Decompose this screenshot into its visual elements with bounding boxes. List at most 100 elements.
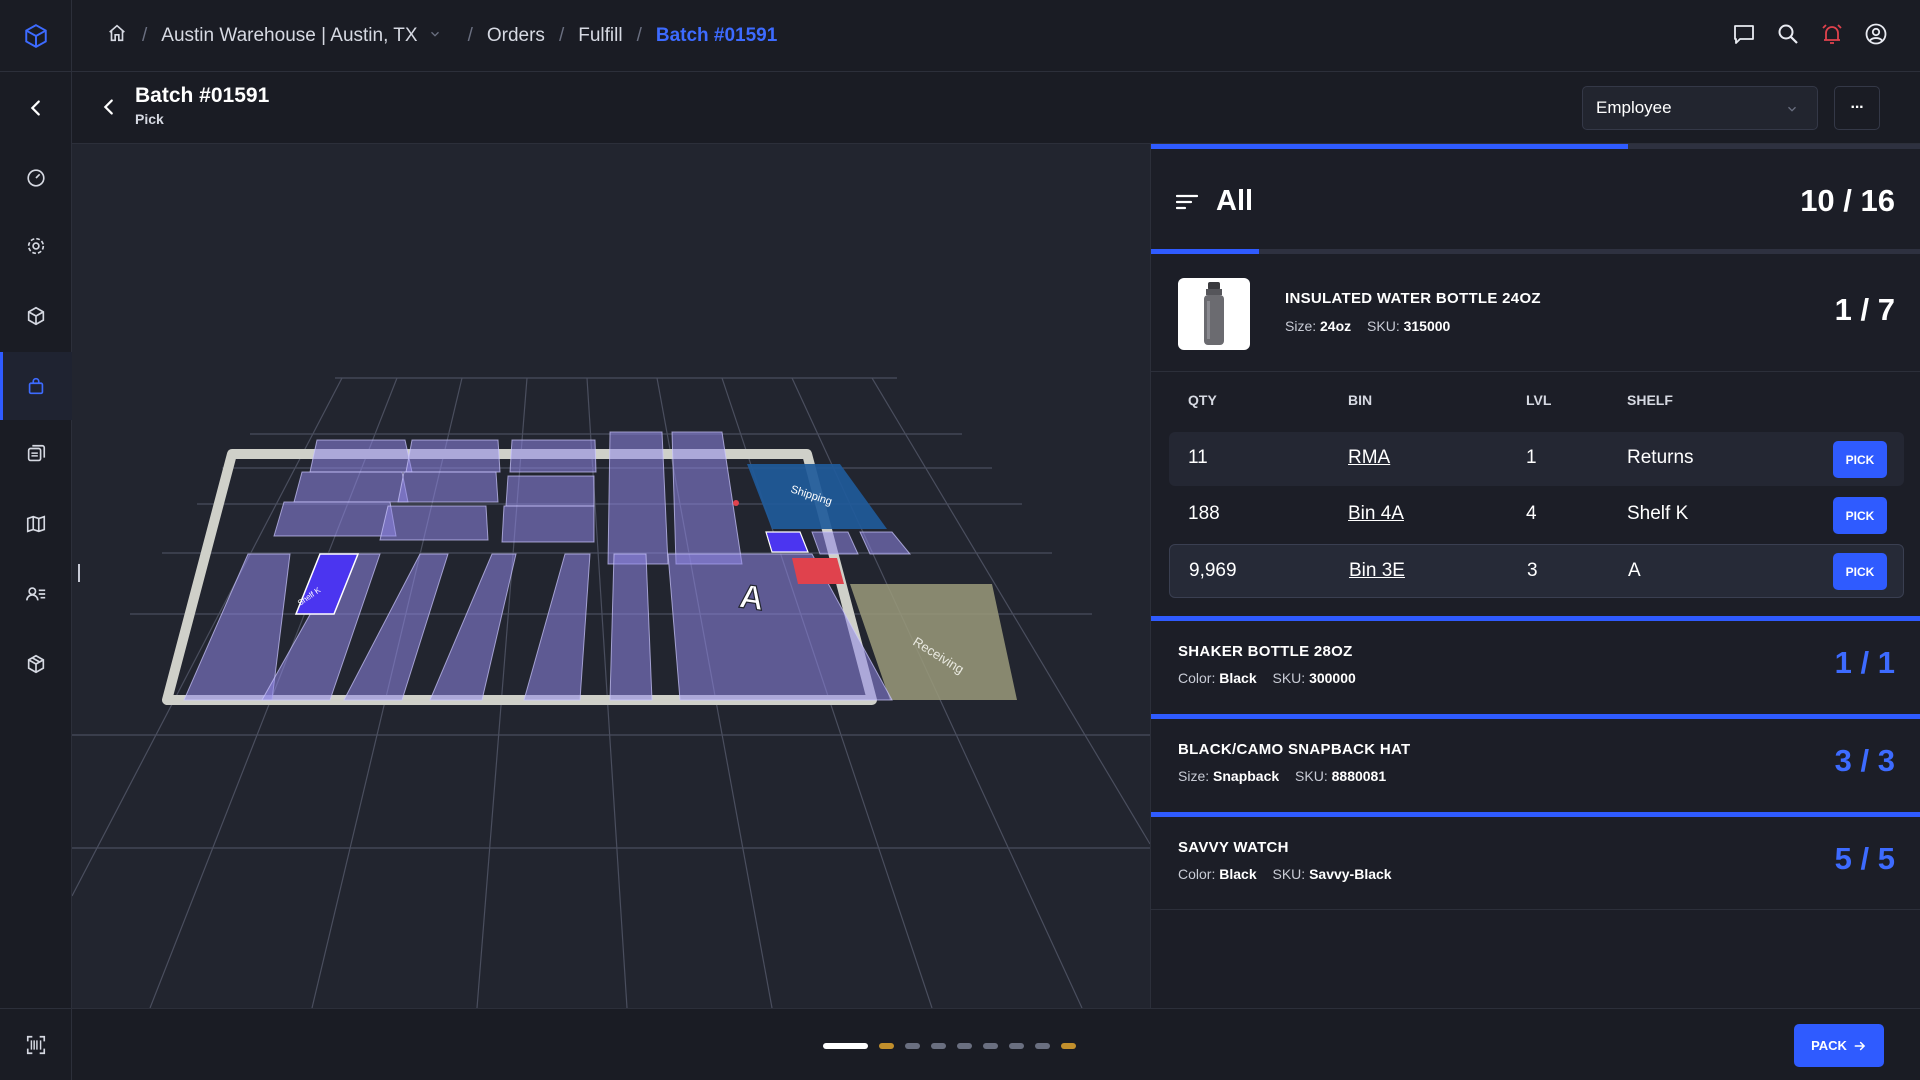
- box-icon[interactable]: [0, 282, 72, 350]
- page-subtitle: Pick: [135, 111, 164, 127]
- breadcrumb-warehouse[interactable]: Austin Warehouse | Austin, TX: [161, 25, 417, 47]
- item-meta: Size: 24oz SKU: 315000: [1285, 318, 1450, 334]
- meta-key: SKU:: [1272, 670, 1306, 686]
- package-icon[interactable]: [0, 630, 72, 698]
- completed-item-count: 5 / 5: [1834, 841, 1895, 876]
- filter-row: All 10 / 16: [1151, 149, 1920, 249]
- back-arrow-icon[interactable]: [98, 96, 120, 123]
- pager-dot[interactable]: [905, 1043, 920, 1049]
- item-name: INSULATED WATER BOTTLE 24OZ: [1285, 290, 1541, 307]
- item-size: 24oz: [1320, 318, 1352, 334]
- completed-item[interactable]: SHAKER BOTTLE 28OZ Color: Black SKU: 300…: [1151, 616, 1920, 714]
- meta-key: Size:: [1178, 768, 1210, 784]
- collapse-sidebar-icon[interactable]: [0, 74, 72, 142]
- bag-icon[interactable]: [0, 352, 72, 420]
- chat-icon[interactable]: [1732, 22, 1756, 51]
- breadcrumb-orders[interactable]: Orders: [487, 25, 545, 47]
- employee-select-value: Employee: [1596, 98, 1672, 117]
- users-icon[interactable]: [0, 560, 72, 628]
- row-bin-link[interactable]: RMA: [1348, 447, 1390, 469]
- completed-item-count: 1 / 1: [1834, 645, 1895, 680]
- pager-dot[interactable]: [983, 1043, 998, 1049]
- barcode-scan-icon[interactable]: [0, 1008, 72, 1080]
- pager-dot[interactable]: [823, 1043, 868, 1049]
- row-lvl: 1: [1526, 447, 1537, 468]
- location-dot: [733, 500, 739, 506]
- pager-dots[interactable]: [823, 1043, 1076, 1049]
- gear-icon[interactable]: [0, 212, 72, 280]
- pager-dot[interactable]: [1035, 1043, 1050, 1049]
- map-icon[interactable]: [0, 490, 72, 558]
- pick-button[interactable]: PICK: [1833, 553, 1887, 590]
- filter-label[interactable]: All: [1216, 185, 1253, 218]
- row-shelf: A: [1628, 560, 1641, 581]
- row-qty: 188: [1188, 503, 1220, 524]
- pager-dot[interactable]: [957, 1043, 972, 1049]
- completed-item-count: 3 / 3: [1834, 743, 1895, 778]
- map-resize-handle[interactable]: [78, 564, 80, 582]
- table-row[interactable]: 188 Bin 4A 4 Shelf K PICK: [1169, 488, 1904, 542]
- meta-value: 300000: [1309, 670, 1356, 686]
- completed-item-name: SAVVY WATCH: [1178, 839, 1289, 856]
- pick-button[interactable]: PICK: [1833, 497, 1887, 534]
- warehouse-map[interactable]: Receiving Shipping Shelf K A: [72, 144, 1150, 1008]
- table-row[interactable]: 11 RMA 1 Returns PICK: [1169, 432, 1904, 486]
- zone-a-marker: A: [737, 577, 767, 618]
- meta-value: Savvy-Black: [1309, 866, 1392, 882]
- meta-key: SKU:: [1295, 768, 1328, 784]
- completed-item-meta: Color: Black SKU: Savvy-Black: [1178, 866, 1392, 882]
- completed-item-meta: Size: Snapback SKU: 8880081: [1178, 768, 1386, 784]
- more-icon: ···: [1850, 99, 1865, 116]
- chevron-down-icon[interactable]: [428, 25, 442, 47]
- row-bin-link[interactable]: Bin 3E: [1349, 560, 1405, 582]
- meta-key: SKU:: [1272, 866, 1306, 882]
- col-lvl: LVL: [1526, 392, 1552, 408]
- meta-value: Snapback: [1213, 768, 1280, 784]
- more-options-button[interactable]: ···: [1834, 86, 1880, 130]
- breadcrumb-separator: /: [467, 24, 473, 46]
- dashboard-icon[interactable]: [0, 144, 72, 212]
- pager-dot[interactable]: [1009, 1043, 1024, 1049]
- breadcrumb-current: Batch #01591: [655, 24, 778, 46]
- home-icon[interactable]: [106, 22, 128, 50]
- completed-item-name: BLACK/CAMO SNAPBACK HAT: [1178, 741, 1411, 758]
- breadcrumb-fulfill[interactable]: Fulfill: [578, 25, 622, 47]
- completed-item[interactable]: SAVVY WATCH Color: Black SKU: Savvy-Blac…: [1151, 812, 1920, 910]
- pick-button[interactable]: PICK: [1833, 441, 1887, 478]
- pager-dot[interactable]: [931, 1043, 946, 1049]
- item-count: 1 / 7: [1834, 292, 1895, 327]
- row-lvl: 3: [1527, 560, 1538, 581]
- product-thumbnail: [1178, 278, 1250, 350]
- filter-icon[interactable]: [1175, 193, 1199, 216]
- row-shelf: Shelf K: [1627, 503, 1689, 524]
- meta-key: Color:: [1178, 670, 1216, 686]
- table-row[interactable]: 9,969 Bin 3E 3 A PICK: [1169, 544, 1904, 598]
- col-qty: QTY: [1188, 392, 1217, 408]
- page-title: Batch #01591: [135, 84, 270, 107]
- meta-value: 8880081: [1331, 768, 1387, 784]
- transfer-icon[interactable]: [0, 420, 72, 488]
- search-icon[interactable]: [1776, 22, 1800, 51]
- completed-item[interactable]: BLACK/CAMO SNAPBACK HAT Size: Snapback S…: [1151, 714, 1920, 812]
- pager-dot[interactable]: [1061, 1043, 1076, 1049]
- pack-button[interactable]: PACK: [1794, 1024, 1884, 1067]
- row-bin-link[interactable]: Bin 4A: [1348, 503, 1404, 525]
- item-meta-key: SKU:: [1367, 318, 1400, 334]
- employee-select[interactable]: Employee: [1582, 86, 1818, 130]
- bin-highlight[interactable]: [765, 531, 809, 553]
- breadcrumb-separator: /: [636, 24, 642, 46]
- meta-value: Black: [1219, 670, 1257, 686]
- bottom-bar: PACK: [72, 1008, 1920, 1080]
- pick-list-panel: All 10 / 16 INSULATED WATER BOTTLE 24OZ …: [1150, 144, 1920, 1008]
- row-lvl: 4: [1526, 503, 1537, 524]
- current-item[interactable]: INSULATED WATER BOTTLE 24OZ Size: 24oz S…: [1151, 254, 1920, 372]
- target-bin[interactable]: [792, 558, 844, 584]
- table-header: QTY BIN LVL SHELF: [1151, 392, 1920, 422]
- meta-value: Black: [1219, 866, 1257, 882]
- alarm-icon[interactable]: [1820, 22, 1844, 51]
- meta-key: Color:: [1178, 866, 1216, 882]
- logo-icon[interactable]: [0, 0, 72, 72]
- user-account-icon[interactable]: [1864, 22, 1888, 51]
- pager-dot[interactable]: [879, 1043, 894, 1049]
- warehouse-3d-view[interactable]: Receiving Shipping Shelf K A: [72, 144, 1150, 1008]
